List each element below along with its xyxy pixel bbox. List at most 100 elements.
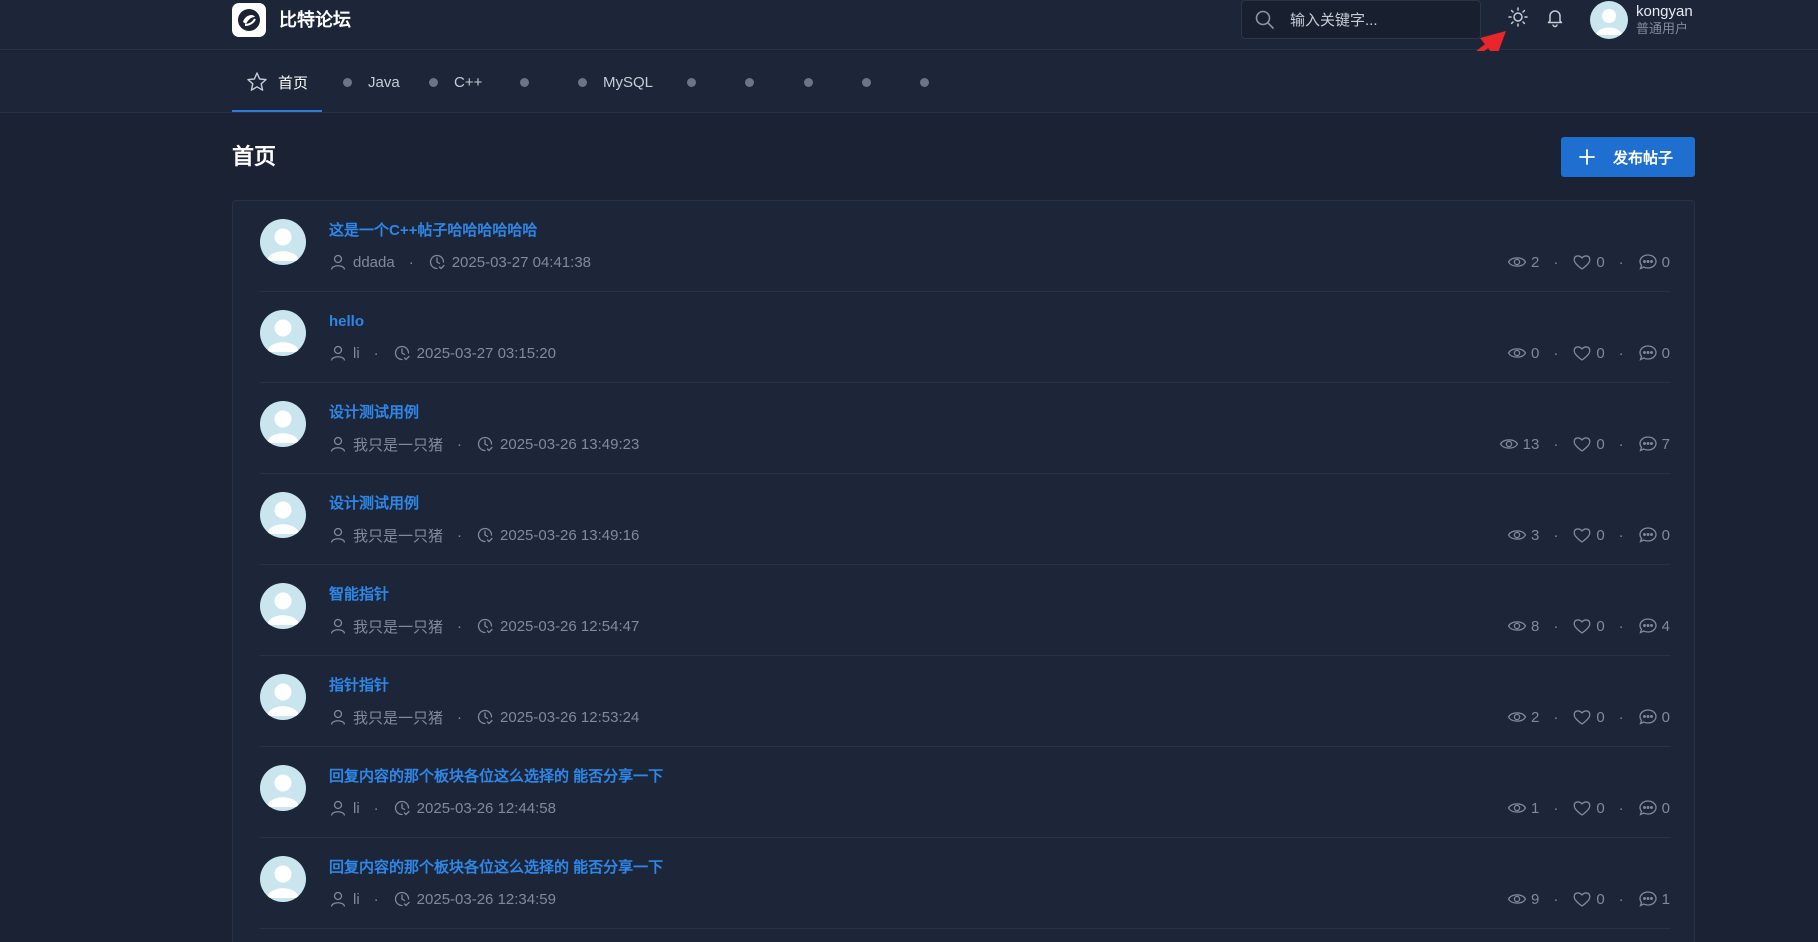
avatar[interactable] — [260, 492, 306, 538]
clock-icon — [393, 890, 411, 908]
post-author[interactable]: 我只是一只猪 — [353, 434, 443, 455]
comment-icon — [1638, 799, 1658, 817]
stat-separator: · — [1618, 799, 1624, 817]
tab-category-6[interactable] — [687, 51, 712, 113]
user-role: 普通用户 — [1636, 21, 1689, 36]
list-item[interactable]: 这是一个C++帖子哈哈哈哈哈哈 ddada · 2025-03-27 04:41… — [260, 201, 1670, 292]
view-count: 1 — [1530, 799, 1540, 817]
avatar[interactable] — [260, 765, 306, 811]
post-stats: 2 · 0 · 0 — [1507, 706, 1670, 728]
stat-separator: · — [1553, 253, 1559, 271]
view-count: 9 — [1530, 890, 1540, 908]
avatar[interactable] — [260, 310, 306, 356]
clock-icon — [476, 526, 494, 544]
post-title[interactable]: 指针指针 — [329, 676, 389, 696]
post-time: 2025-03-26 12:34:59 — [416, 890, 556, 908]
heart-icon — [1572, 890, 1592, 908]
meta-separator: · — [457, 526, 463, 544]
brand-name[interactable]: 比特论坛 — [279, 8, 351, 32]
post-time: 2025-03-26 12:54:47 — [500, 617, 640, 635]
list-item[interactable]: 回复内容的那个板块各位这么选择的 能否分享一下 li · 2025-03-26 … — [260, 747, 1670, 838]
avatar[interactable] — [260, 219, 306, 265]
post-author[interactable]: li — [353, 891, 360, 908]
avatar[interactable] — [260, 401, 306, 447]
stat-separator: · — [1553, 890, 1559, 908]
list-item[interactable]: 设计测试用例 我只是一只猪 · 2025-03-26 13:49:23 13 ·… — [260, 383, 1670, 474]
post-stats: 13 · 0 · 7 — [1499, 433, 1670, 455]
post-author[interactable]: ddada — [353, 254, 395, 271]
heart-icon — [1572, 253, 1592, 271]
publish-post-button[interactable]: 发布帖子 — [1561, 137, 1695, 177]
post-title[interactable]: 回复内容的那个板块各位这么选择的 能否分享一下 — [329, 858, 663, 878]
clock-icon — [393, 344, 411, 362]
post-author[interactable]: 我只是一只猪 — [353, 616, 443, 637]
clock-icon — [476, 435, 494, 453]
user-icon — [329, 708, 347, 726]
post-stats: 0 · 0 · 0 — [1507, 342, 1670, 364]
view-count: 13 — [1522, 435, 1540, 453]
like-count: 0 — [1596, 708, 1605, 726]
list-item[interactable]: 智能指针 我只是一只猪 · 2025-03-26 12:54:47 8 · 0 … — [260, 565, 1670, 656]
comment-icon — [1638, 435, 1658, 453]
avatar[interactable] — [260, 583, 306, 629]
bit-logo-icon[interactable] — [232, 3, 266, 37]
like-count: 0 — [1596, 890, 1605, 908]
active-tab-indicator — [232, 110, 322, 112]
comment-count: 0 — [1661, 708, 1670, 726]
avatar[interactable] — [260, 674, 306, 720]
post-author[interactable]: 我只是一只猪 — [353, 707, 443, 728]
list-item[interactable]: 指针指针 我只是一只猪 · 2025-03-26 12:53:24 2 · 0 … — [260, 656, 1670, 747]
tab-category-7[interactable] — [745, 51, 770, 113]
view-count: 0 — [1530, 344, 1540, 362]
tab-label: MySQL — [603, 73, 654, 91]
list-item[interactable]: hello li · 2025-03-27 03:15:20 0 · 0 · 0 — [260, 292, 1670, 383]
meta-separator: · — [457, 435, 463, 453]
stat-separator: · — [1553, 435, 1559, 453]
comment-count: 0 — [1661, 344, 1670, 362]
post-title[interactable]: 设计测试用例 — [329, 403, 419, 423]
list-item[interactable]: 设计测试用例 我只是一只猪 · 2025-03-26 13:49:16 3 · … — [260, 474, 1670, 565]
eye-icon — [1499, 435, 1519, 453]
list-item[interactable]: 回复内容的那个板块各位这么选择的 能否分享一下 li · 2025-03-26 … — [260, 838, 1670, 929]
post-meta: 我只是一只猪 · 2025-03-26 13:49:23 — [329, 433, 639, 455]
post-meta: li · 2025-03-26 12:34:59 — [329, 888, 556, 910]
notification-button[interactable] — [1541, 5, 1569, 33]
post-time: 2025-03-27 04:41:38 — [451, 253, 592, 271]
tab-home[interactable]: 首页 — [246, 51, 308, 113]
stat-separator: · — [1618, 253, 1624, 271]
avatar[interactable] — [1590, 1, 1628, 39]
post-title[interactable]: 这是一个C++帖子哈哈哈哈哈哈 — [329, 221, 537, 241]
like-count: 0 — [1596, 344, 1605, 362]
meta-separator: · — [408, 253, 414, 271]
like-count: 0 — [1596, 253, 1605, 271]
tab-category-9[interactable] — [862, 51, 887, 113]
post-title[interactable]: 智能指针 — [329, 585, 389, 605]
eye-icon — [1507, 799, 1527, 817]
post-title[interactable]: 设计测试用例 — [329, 494, 419, 514]
dot-icon — [745, 77, 754, 87]
post-title[interactable]: 回复内容的那个板块各位这么选择的 能否分享一下 — [329, 767, 663, 787]
tab-category-8[interactable] — [804, 51, 829, 113]
tab-mysql[interactable]: MySQL — [578, 51, 653, 113]
user-name[interactable]: kongyan — [1636, 3, 1693, 21]
stat-separator: · — [1553, 344, 1559, 362]
post-title[interactable]: hello — [329, 312, 364, 332]
view-count: 8 — [1530, 617, 1540, 635]
tab-category-10[interactable] — [920, 51, 945, 113]
heart-icon — [1572, 617, 1592, 635]
post-list: 这是一个C++帖子哈哈哈哈哈哈 ddada · 2025-03-27 04:41… — [232, 200, 1695, 942]
avatar[interactable] — [260, 856, 306, 902]
post-author[interactable]: li — [353, 800, 360, 817]
post-author[interactable]: li — [353, 345, 360, 362]
post-time: 2025-03-26 12:44:58 — [416, 799, 556, 817]
post-author[interactable]: 我只是一只猪 — [353, 525, 443, 546]
tab-cpp[interactable]: C++ — [429, 51, 482, 113]
publish-label: 发布帖子 — [1613, 149, 1674, 167]
tab-java[interactable]: Java — [343, 51, 400, 113]
eye-icon — [1507, 708, 1527, 726]
tab-category-4[interactable] — [520, 51, 545, 113]
meta-separator: · — [373, 799, 379, 817]
dot-icon — [804, 77, 813, 87]
user-icon — [329, 253, 347, 271]
plus-icon — [1579, 149, 1595, 165]
